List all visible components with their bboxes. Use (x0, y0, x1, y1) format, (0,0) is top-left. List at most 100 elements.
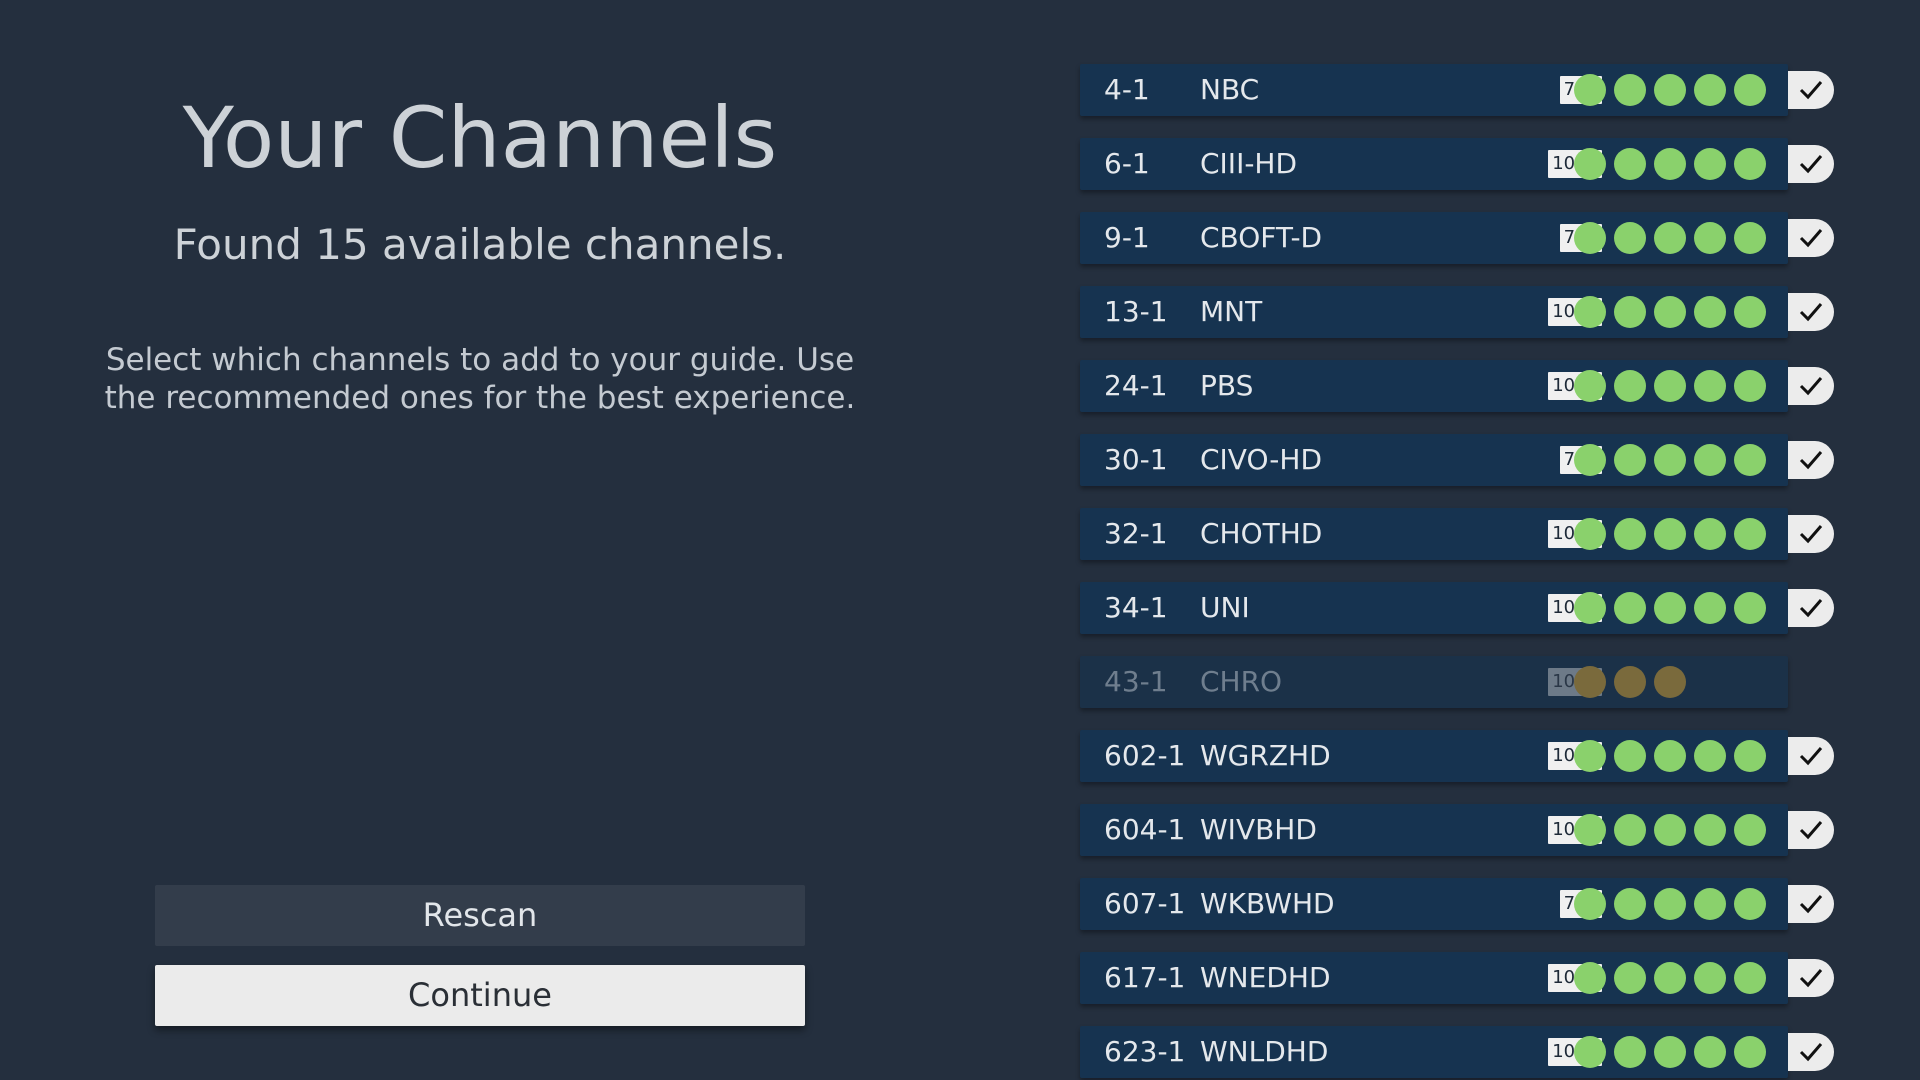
checkmark-icon (1799, 81, 1823, 100)
channel-name: CIVO-HD (1200, 443, 1323, 476)
signal-dot (1734, 1036, 1766, 1068)
signal-dot (1614, 148, 1646, 180)
channel-row[interactable]: 6-1CIII-HD1080 (1080, 138, 1840, 190)
channel-row[interactable]: 4-1NBC720 (1080, 64, 1840, 116)
channel-selected-checkbox[interactable] (1788, 145, 1834, 183)
checkmark-icon (1799, 377, 1823, 396)
signal-dot (1614, 222, 1646, 254)
channel-row[interactable]: 32-1CHOTHD1080 (1080, 508, 1840, 560)
channel-selected-checkbox[interactable] (1788, 71, 1834, 109)
signal-dot (1734, 370, 1766, 402)
channel-row[interactable]: 617-1WNEDHD1080 (1080, 952, 1840, 1004)
checkmark-icon (1799, 155, 1823, 174)
signal-dot (1654, 74, 1686, 106)
checkmark-icon (1799, 303, 1823, 322)
channel-name: MNT (1200, 295, 1263, 328)
channel-selected-checkbox[interactable] (1788, 589, 1834, 627)
signal-dot (1614, 370, 1646, 402)
signal-dot (1734, 888, 1766, 920)
channel-row[interactable]: 604-1WIVBHD1080 (1080, 804, 1840, 856)
signal-dot (1654, 740, 1686, 772)
signal-dot (1694, 74, 1726, 106)
left-panel: Your Channels Found 15 available channel… (0, 0, 960, 1080)
channel-row[interactable]: 24-1PBS1080 (1080, 360, 1840, 412)
signal-dot (1614, 444, 1646, 476)
signal-dot (1574, 666, 1606, 698)
channel-selected-checkbox[interactable] (1788, 219, 1834, 257)
signal-dot (1694, 814, 1726, 846)
channel-name: WIVBHD (1200, 813, 1317, 846)
signal-dot (1694, 222, 1726, 254)
signal-dot (1734, 444, 1766, 476)
checkmark-icon (1799, 969, 1823, 988)
rescan-button[interactable]: Rescan (155, 885, 805, 946)
signal-dot (1734, 74, 1766, 106)
channel-row[interactable]: 30-1CIVO-HD720 (1080, 434, 1840, 486)
channel-number: 9-1 (1104, 221, 1150, 254)
channel-selected-checkbox[interactable] (1788, 811, 1834, 849)
channel-name: CHOTHD (1200, 517, 1323, 550)
signal-dot (1694, 962, 1726, 994)
channel-row[interactable]: 43-1CHRO1080 (1080, 656, 1840, 708)
page-title: Your Channels (182, 89, 778, 187)
signal-dot (1614, 814, 1646, 846)
checkmark-icon (1799, 451, 1823, 470)
signal-dot (1654, 592, 1686, 624)
channel-selected-checkbox[interactable] (1788, 293, 1834, 331)
signal-dot (1574, 370, 1606, 402)
channel-number: 34-1 (1104, 591, 1168, 624)
signal-dot (1654, 222, 1686, 254)
channel-name: WKBWHD (1200, 887, 1335, 920)
signal-dot (1694, 518, 1726, 550)
signal-dot (1614, 296, 1646, 328)
signal-dot (1694, 296, 1726, 328)
signal-dot (1694, 1036, 1726, 1068)
checkmark-icon (1799, 525, 1823, 544)
channel-name: WNLDHD (1200, 1035, 1329, 1068)
channel-name: CBOFT-D (1200, 221, 1323, 254)
channel-row[interactable]: 607-1WKBWHD720 (1080, 878, 1840, 930)
channel-selected-checkbox[interactable] (1788, 737, 1834, 775)
signal-dot (1574, 814, 1606, 846)
channel-row[interactable]: 13-1MNT1080 (1080, 286, 1840, 338)
signal-dot (1614, 962, 1646, 994)
channel-name: CIII-HD (1200, 147, 1298, 180)
channel-row[interactable]: 34-1UNI1080 (1080, 582, 1840, 634)
channel-selected-checkbox[interactable] (1788, 515, 1834, 553)
signal-dot (1614, 888, 1646, 920)
channel-selected-checkbox[interactable] (1788, 885, 1834, 923)
channel-selected-checkbox[interactable] (1788, 441, 1834, 479)
signal-dot (1654, 370, 1686, 402)
signal-dot (1574, 888, 1606, 920)
channel-name: WNEDHD (1200, 961, 1331, 994)
instructions-text: Select which channels to add to your gui… (104, 342, 856, 416)
signal-dot (1654, 444, 1686, 476)
channel-row[interactable]: 602-1WGRZHD1080 (1080, 730, 1840, 782)
channel-name: PBS (1200, 369, 1254, 402)
signal-dot (1654, 518, 1686, 550)
signal-dot (1654, 814, 1686, 846)
channel-name: UNI (1200, 591, 1250, 624)
signal-dot (1734, 814, 1766, 846)
signal-dot (1734, 518, 1766, 550)
channel-row[interactable]: 9-1CBOFT-D720 (1080, 212, 1840, 264)
channel-selected-checkbox[interactable] (1788, 959, 1834, 997)
channel-row[interactable]: 623-1WNLDHD1080 (1080, 1026, 1840, 1078)
checkmark-icon (1799, 229, 1823, 248)
channel-selected-checkbox[interactable] (1788, 1033, 1834, 1071)
signal-dot (1574, 592, 1606, 624)
signal-dot (1574, 222, 1606, 254)
channel-count-text: Found 15 available channels. (173, 220, 787, 269)
checkmark-icon (1799, 747, 1823, 766)
channel-selected-checkbox[interactable] (1788, 367, 1834, 405)
channel-number: 30-1 (1104, 443, 1168, 476)
signal-dot (1694, 740, 1726, 772)
signal-dot (1694, 444, 1726, 476)
checkmark-icon (1799, 599, 1823, 618)
channel-number: 623-1 (1104, 1035, 1186, 1068)
signal-dot (1734, 592, 1766, 624)
signal-dot (1734, 740, 1766, 772)
signal-dot (1574, 148, 1606, 180)
channel-number: 24-1 (1104, 369, 1168, 402)
continue-button[interactable]: Continue (155, 965, 805, 1026)
